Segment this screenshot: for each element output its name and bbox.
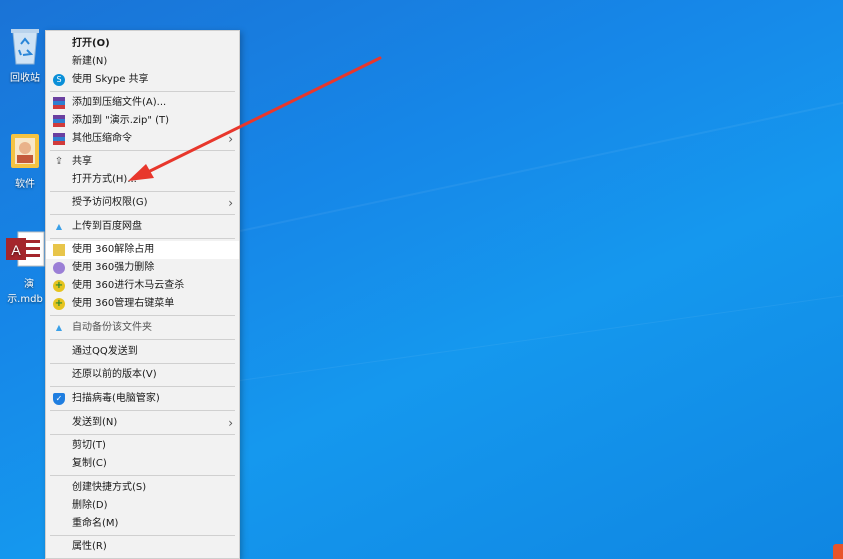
annotation-arrow-icon bbox=[128, 56, 382, 181]
desktop-background: 回收站 软件 A 演示.mdb 打开(O) 新建(N) S 使用 Skype 共… bbox=[0, 0, 843, 559]
app-corner-icon bbox=[833, 544, 843, 559]
